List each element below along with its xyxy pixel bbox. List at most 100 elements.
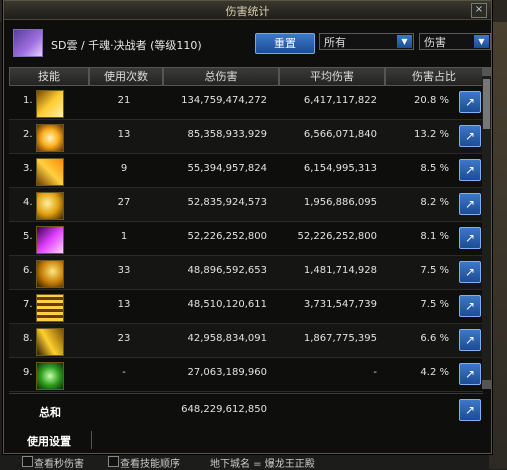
row-avg: - xyxy=(373,367,377,378)
col-total[interactable]: 总伤害 xyxy=(163,67,279,86)
skill-icon xyxy=(36,90,64,118)
share-icon[interactable]: ↗ xyxy=(459,125,481,147)
title-bar[interactable]: 伤害统计 × xyxy=(4,1,491,20)
row-index: 8. xyxy=(23,333,33,344)
table-row[interactable]: 1. 21 134,759,474,272 6,417,117,822 20.8… xyxy=(9,86,483,120)
row-total: 27,063,189,960 xyxy=(187,367,267,378)
usage-settings-button[interactable]: 使用设置 xyxy=(27,433,71,449)
row-pct: 8.5 % xyxy=(420,163,449,174)
row-uses: 21 xyxy=(117,95,131,106)
row-avg: 6,566,071,840 xyxy=(303,129,377,140)
total-row: 总和 648,229,612,850 ↗ xyxy=(9,393,483,424)
row-pct: 20.8 % xyxy=(414,95,449,106)
skill-icon xyxy=(36,124,64,152)
divider xyxy=(91,431,92,449)
row-total: 85,358,933,929 xyxy=(187,129,267,140)
table-row[interactable]: 5. 1 52,226,252,800 52,226,252,800 8.1 %… xyxy=(9,222,483,256)
col-avg[interactable]: 平均伤害 xyxy=(279,67,385,86)
total-label: 总和 xyxy=(39,406,61,419)
row-uses: 13 xyxy=(117,129,131,140)
table-row[interactable]: 8. 23 42,958,834,091 1,867,775,395 6.6 %… xyxy=(9,324,483,358)
table-row[interactable]: 7. 13 48,510,120,611 3,731,547,739 7.5 %… xyxy=(9,290,483,324)
scroll-thumb[interactable] xyxy=(483,79,490,129)
share-icon[interactable]: ↗ xyxy=(459,193,481,215)
skill-order-checkbox[interactable] xyxy=(108,456,119,467)
scroll-up-icon[interactable] xyxy=(482,67,491,76)
target-filter-value: 所有 xyxy=(324,36,346,49)
row-uses: 23 xyxy=(117,333,131,344)
bottom-options: 查看秒伤害 查看技能顺序 地下城名 = 爆龙王正殿 xyxy=(0,455,507,470)
scroll-down-icon[interactable] xyxy=(482,380,491,389)
row-pct: 4.2 % xyxy=(420,367,449,378)
share-icon[interactable]: ↗ xyxy=(459,91,481,113)
table-header: 技能 使用次数 总伤害 平均伤害 伤害占比 xyxy=(9,67,483,86)
table-row[interactable]: 4. 27 52,835,924,573 1,956,886,095 8.2 %… xyxy=(9,188,483,222)
skill-icon xyxy=(36,226,64,254)
row-pct: 7.5 % xyxy=(420,265,449,276)
row-index: 7. xyxy=(23,299,33,310)
chevron-down-icon: ▼ xyxy=(474,35,489,48)
row-index: 5. xyxy=(23,231,33,242)
skill-icon xyxy=(36,328,64,356)
row-avg: 52,226,252,800 xyxy=(297,231,377,242)
row-uses: 13 xyxy=(117,299,131,310)
share-icon[interactable]: ↗ xyxy=(459,261,481,283)
row-index: 9. xyxy=(23,367,33,378)
player-header: SD雲 / 千魂·决战者 (等级110) 重置 所有 ▼ 伤害 ▼ xyxy=(9,25,491,59)
player-name: SD雲 / 千魂·决战者 (等级110) xyxy=(51,39,202,52)
share-icon[interactable]: ↗ xyxy=(459,159,481,181)
row-avg: 1,956,886,095 xyxy=(303,197,377,208)
row-uses: - xyxy=(122,367,126,378)
skill-icon xyxy=(36,260,64,288)
row-uses: 9 xyxy=(120,163,128,174)
row-avg: 6,154,995,313 xyxy=(303,163,377,174)
share-icon[interactable]: ↗ xyxy=(459,329,481,351)
col-uses[interactable]: 使用次数 xyxy=(89,67,163,86)
row-index: 3. xyxy=(23,163,33,174)
row-index: 6. xyxy=(23,265,33,276)
row-total: 52,835,924,573 xyxy=(187,197,267,208)
row-total: 134,759,474,272 xyxy=(181,95,267,106)
col-skill[interactable]: 技能 xyxy=(9,67,89,86)
row-avg: 6,417,117,822 xyxy=(303,95,377,106)
share-icon[interactable]: ↗ xyxy=(459,295,481,317)
row-uses: 33 xyxy=(117,265,131,276)
row-pct: 13.2 % xyxy=(414,129,449,140)
skill-icon xyxy=(36,294,64,322)
row-index: 1. xyxy=(23,95,33,106)
share-icon[interactable]: ↗ xyxy=(459,227,481,249)
share-icon[interactable]: ↗ xyxy=(459,399,481,421)
skill-icon xyxy=(36,192,64,220)
table-row[interactable]: 9. - 27,063,189,960 - 4.2 % ↗ xyxy=(9,358,483,392)
row-avg: 3,731,547,739 xyxy=(303,299,377,310)
row-avg: 1,867,775,395 xyxy=(303,333,377,344)
row-avg: 1,481,714,928 xyxy=(303,265,377,276)
avatar xyxy=(13,29,43,57)
reset-button[interactable]: 重置 xyxy=(255,33,315,54)
dps-option-label: 查看秒伤害 xyxy=(34,459,84,470)
window-title: 伤害统计 xyxy=(225,5,270,18)
skill-icon xyxy=(36,158,64,186)
row-total: 52,226,252,800 xyxy=(187,231,267,242)
table-scrollbar[interactable] xyxy=(482,67,491,389)
row-total: 48,896,592,653 xyxy=(187,265,267,276)
metric-filter-select[interactable]: 伤害 ▼ xyxy=(419,33,491,50)
table-row[interactable]: 6. 33 48,896,592,653 1,481,714,928 7.5 %… xyxy=(9,256,483,290)
row-uses: 1 xyxy=(120,231,128,242)
total-value: 648,229,612,850 xyxy=(181,404,267,415)
close-button[interactable]: × xyxy=(471,3,487,18)
share-icon[interactable]: ↗ xyxy=(459,363,481,385)
table-row[interactable]: 2. 13 85,358,933,929 6,566,071,840 13.2 … xyxy=(9,120,483,154)
target-filter-select[interactable]: 所有 ▼ xyxy=(319,33,414,50)
footer: 使用设置 xyxy=(9,429,483,451)
row-pct: 8.2 % xyxy=(420,197,449,208)
damage-stats-window: 伤害统计 × SD雲 / 千魂·决战者 (等级110) 重置 所有 ▼ 伤害 ▼… xyxy=(3,0,492,454)
row-total: 55,394,957,824 xyxy=(187,163,267,174)
skill-icon xyxy=(36,362,64,390)
row-index: 4. xyxy=(23,197,33,208)
table-row[interactable]: 3. 9 55,394,957,824 6,154,995,313 8.5 % … xyxy=(9,154,483,188)
skill-order-label: 查看技能顺序 xyxy=(120,459,180,470)
dps-checkbox[interactable] xyxy=(22,456,33,467)
col-pct[interactable]: 伤害占比 xyxy=(385,67,483,86)
row-index: 2. xyxy=(23,129,33,140)
